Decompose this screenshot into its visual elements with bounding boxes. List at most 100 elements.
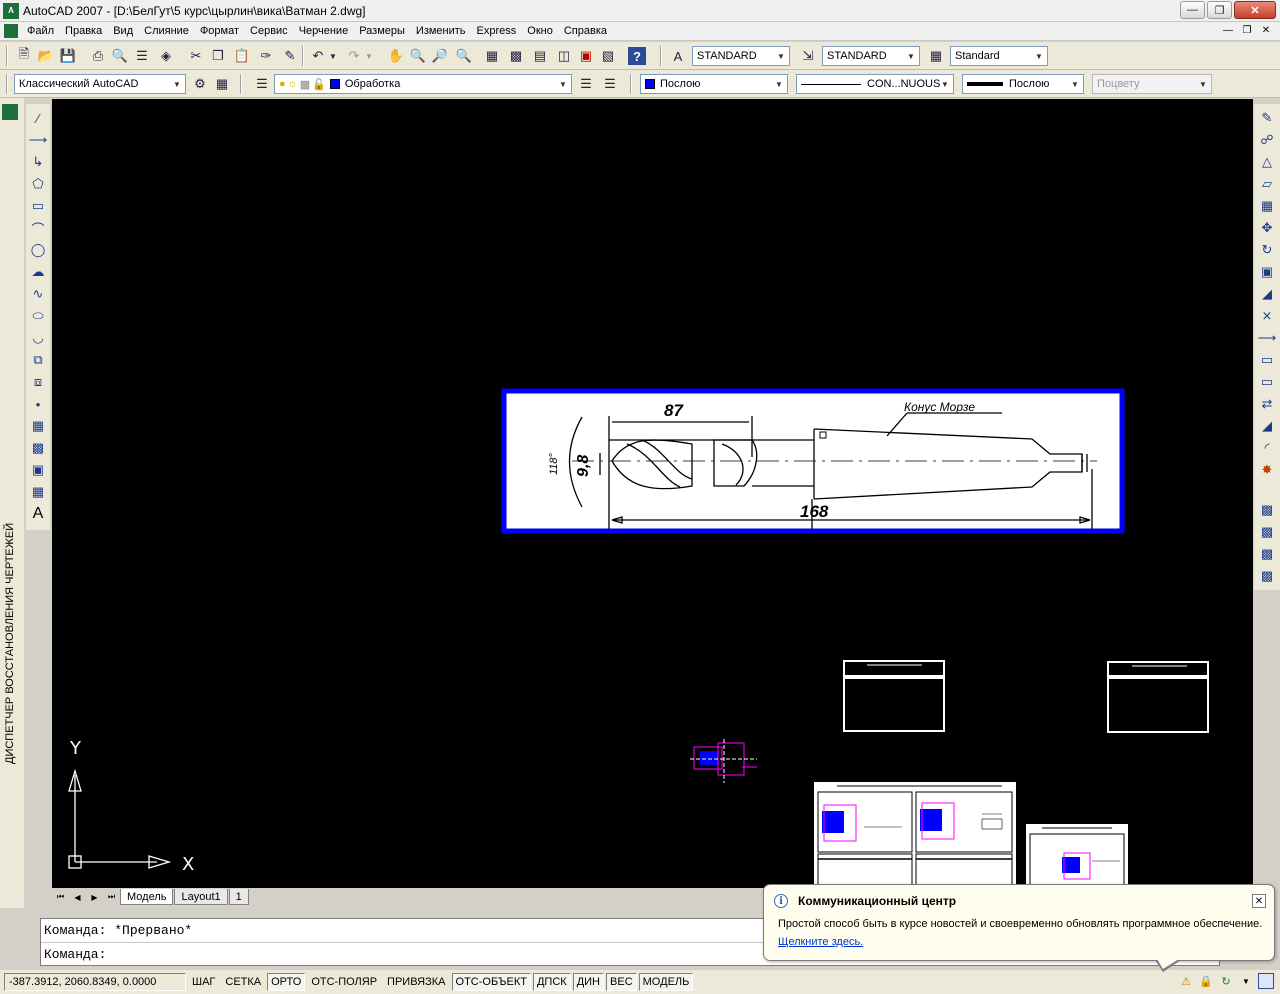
toolbar-grip[interactable] (6, 46, 8, 66)
lineweight-combo[interactable]: Послою ▼ (962, 74, 1084, 94)
fillet-icon[interactable]: ◜ (1257, 438, 1277, 458)
revision-cloud-icon[interactable]: ☁ (28, 262, 48, 282)
zoom-window-icon[interactable]: 🔎 (430, 46, 450, 66)
trim-icon[interactable]: ⨯ (1257, 306, 1277, 326)
chamfer-icon[interactable]: ◢ (1257, 416, 1277, 436)
menu-window[interactable]: Окно (522, 25, 559, 37)
ellipse-arc-icon[interactable]: ◡ (28, 328, 48, 348)
menu-view[interactable]: Вид (108, 25, 139, 37)
osnap-toggle[interactable]: ПРИВЯЗКА (383, 973, 449, 991)
menu-express[interactable]: Express (472, 25, 523, 37)
document-icon[interactable] (4, 24, 18, 38)
point-icon[interactable]: • (28, 394, 48, 414)
copy-object-icon[interactable]: ☍ (1257, 130, 1277, 150)
menu-draw[interactable]: Черчение (294, 25, 355, 37)
drill-image[interactable]: 87 168 9,8 118° Конус Морзе (501, 388, 1125, 534)
rectangle-icon[interactable]: ▭ (28, 196, 48, 216)
make-object-layer-current-icon[interactable]: ☰ (576, 74, 596, 94)
paste-icon[interactable]: 📋 (232, 46, 252, 66)
pan-icon[interactable]: ✋ (386, 46, 406, 66)
offset-icon[interactable]: ▱ (1257, 174, 1277, 194)
move-icon[interactable]: ✥ (1257, 218, 1277, 238)
multiline-text-icon[interactable]: A (28, 504, 48, 524)
title-block-2[interactable] (1107, 661, 1209, 733)
drawing-recovery-label[interactable]: ДИСПЕТЧЕР ВОССТАНОВЛЕНИЯ ЧЕРТЕЖЕЙ (4, 518, 20, 768)
mirror-icon[interactable]: △ (1257, 152, 1277, 172)
hatch-icon[interactable]: ▦ (28, 416, 48, 436)
erase-icon[interactable]: ✎ (1257, 108, 1277, 128)
first-tab-icon[interactable]: ⏮ (52, 890, 69, 904)
doc-minimize-button[interactable]: — (1220, 23, 1236, 38)
array-icon[interactable]: ▦ (1257, 196, 1277, 216)
close-button[interactable]: ✕ (1234, 1, 1276, 19)
tab-layout-1[interactable]: 1 (228, 889, 249, 905)
publish-icon[interactable]: ☰ (132, 46, 152, 66)
layer-manager-icon[interactable]: ☰ (252, 74, 272, 94)
menu-dimension[interactable]: Размеры (354, 25, 411, 37)
menu-merge[interactable]: Слияние (139, 25, 195, 37)
balloon-link[interactable]: Щелкните здесь. (778, 936, 863, 948)
ducs-toggle[interactable]: ДПСК (532, 973, 571, 991)
make-block-icon[interactable]: ⧈ (28, 372, 48, 392)
otrack-toggle[interactable]: ОТС-ОБЪЕКТ (451, 973, 531, 991)
communication-center-icon[interactable]: ⚠ (1178, 973, 1194, 989)
balloon-close-button[interactable]: ✕ (1252, 894, 1266, 908)
arc-icon[interactable]: ⌒ (28, 218, 48, 238)
draw-order-front-icon[interactable]: ▩ (1257, 500, 1277, 520)
menu-modify[interactable]: Изменить (411, 25, 472, 37)
menu-edit[interactable]: Правка (60, 25, 108, 37)
extend-icon[interactable]: ⟶ (1257, 328, 1277, 348)
lock-toolbars-icon[interactable]: 🔒 (1198, 973, 1214, 989)
join-icon[interactable]: ⇄ (1257, 394, 1277, 414)
layer-combo[interactable]: ● ☼ ▩ 🔓 Обработка ▼ (274, 74, 572, 94)
dim-style-icon[interactable]: ⇲ (798, 46, 818, 66)
insert-block-icon[interactable]: ⧉ (28, 350, 48, 370)
chevron-down-icon[interactable]: ▼ (1067, 75, 1083, 93)
tab-layout1[interactable]: Layout1 (174, 889, 228, 905)
calculator-icon[interactable]: ▧ (598, 46, 618, 66)
clean-screen-icon[interactable] (1258, 973, 1274, 989)
update-icon[interactable]: ↻ (1218, 973, 1234, 989)
minimize-button[interactable]: — (1180, 1, 1205, 19)
drawing-sheet-small[interactable] (1026, 824, 1128, 888)
layer-previous-icon[interactable]: ☰ (600, 74, 620, 94)
last-tab-icon[interactable]: ⏭ (103, 890, 120, 904)
workspace-combo[interactable]: Классический AutoCAD ▼ (14, 74, 186, 94)
rotate-icon[interactable]: ↻ (1257, 240, 1277, 260)
linetype-combo[interactable]: CON...NUOUS ▼ (796, 74, 954, 94)
chevron-down-icon[interactable]: ▼ (555, 75, 571, 93)
lock-icon[interactable]: 🔓 (312, 78, 326, 91)
drawing-sheet-large[interactable] (814, 782, 1016, 888)
text-style-icon[interactable]: A (668, 46, 688, 66)
match-properties-icon[interactable]: ✑ (256, 46, 276, 66)
status-menu-chevron-icon[interactable]: ▼ (1238, 973, 1254, 989)
workspace-save-icon[interactable]: ▦ (212, 74, 232, 94)
lightbulb-icon[interactable]: ● (279, 78, 286, 90)
explode-icon[interactable]: ✸ (1257, 460, 1277, 480)
open-file-icon[interactable]: 📂 (36, 46, 56, 66)
snap-toggle[interactable]: ШАГ (188, 973, 219, 991)
autocad-app-icon[interactable]: A (3, 2, 19, 19)
undo-icon[interactable]: ↶ (308, 46, 328, 66)
grid-toggle[interactable]: СЕТКА (221, 973, 265, 991)
chevron-down-icon[interactable]: ▼ (937, 75, 953, 93)
design-center-icon[interactable]: ▩ (506, 46, 526, 66)
table-style-combo[interactable]: Standard ▼ (950, 46, 1048, 66)
viewport-freeze-icon[interactable]: ▩ (300, 78, 310, 91)
tool-palettes-icon[interactable]: ▤ (530, 46, 550, 66)
model-space-canvas[interactable]: 87 168 9,8 118° Конус Морзе Y X (52, 99, 1253, 888)
chevron-down-icon[interactable]: ▼ (903, 47, 919, 65)
help-icon[interactable]: ? (628, 47, 646, 65)
print-preview-icon[interactable]: 🔍 (110, 46, 130, 66)
chevron-down-icon[interactable]: ▼ (771, 75, 787, 93)
dyn-toggle[interactable]: ДИН (572, 973, 605, 991)
menu-file[interactable]: Файл (22, 25, 60, 37)
model-toggle[interactable]: МОДЕЛЬ (638, 973, 694, 991)
ortho-toggle[interactable]: ОРТО (267, 973, 306, 991)
zoom-realtime-icon[interactable]: 🔍 (408, 46, 428, 66)
chevron-down-icon[interactable]: ▼ (169, 75, 185, 93)
stretch-icon[interactable]: ◢ (1257, 284, 1277, 304)
next-tab-icon[interactable]: ▶ (86, 890, 103, 904)
recovery-panel-icon[interactable] (2, 104, 18, 120)
menu-format[interactable]: Формат (195, 25, 245, 37)
